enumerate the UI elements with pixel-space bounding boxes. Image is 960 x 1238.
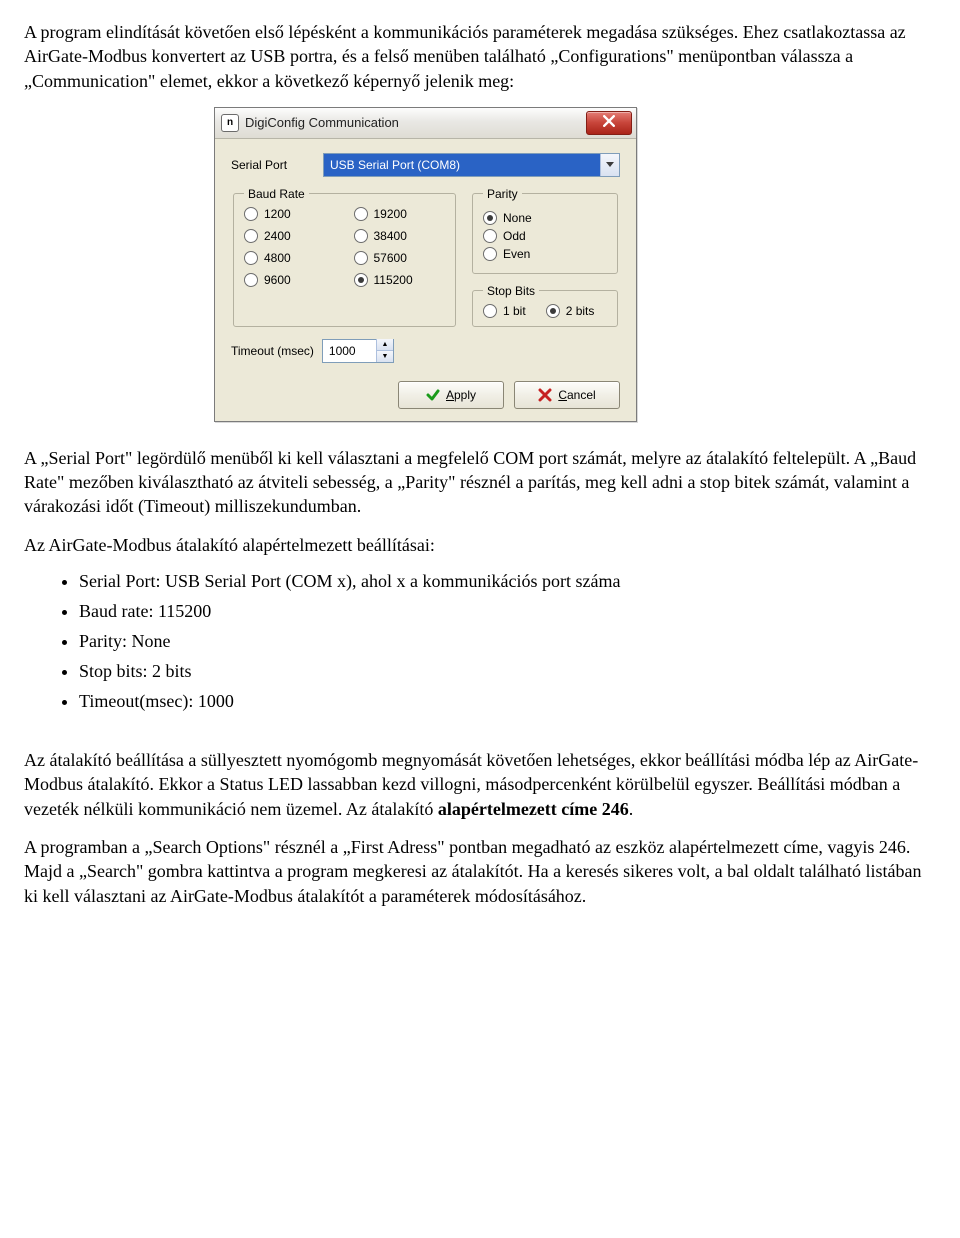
parity-group: Parity None Odd Even [472, 187, 618, 274]
dialog-screenshot: n DigiConfig Communication Serial Port U… [214, 107, 936, 422]
stop-bits-group: Stop Bits 1 bit 2 bits [472, 284, 618, 327]
radio-icon [546, 304, 560, 318]
radio-icon [483, 304, 497, 318]
timeout-row: Timeout (msec) 1000 ▲ ▼ [231, 339, 620, 363]
radio-icon [483, 247, 497, 261]
baud-option-1200[interactable]: 1200 [244, 207, 336, 221]
baud-label: 57600 [374, 251, 407, 265]
parity-option-odd[interactable]: Odd [483, 229, 607, 243]
list-item: Baud rate: 115200 [79, 601, 936, 622]
parity-label: Odd [503, 229, 526, 243]
app-icon: n [221, 114, 239, 132]
x-icon [538, 388, 552, 402]
baud-label: 115200 [374, 273, 413, 287]
radio-icon [354, 207, 368, 221]
baud-label: 19200 [374, 207, 407, 221]
spinner-buttons[interactable]: ▲ ▼ [376, 339, 393, 362]
apply-label: Apply [446, 388, 476, 402]
list-item: Serial Port: USB Serial Port (COM x), ah… [79, 571, 936, 592]
radio-icon [244, 229, 258, 243]
chevron-down-icon [600, 154, 619, 176]
dialog-window: n DigiConfig Communication Serial Port U… [214, 107, 637, 422]
baud-option-9600[interactable]: 9600 [244, 273, 336, 287]
parity-label: Even [503, 247, 530, 261]
check-icon [426, 388, 440, 402]
baud-option-2400[interactable]: 2400 [244, 229, 336, 243]
button-row: Apply Cancel [231, 381, 620, 409]
stop-bits-legend: Stop Bits [483, 284, 539, 298]
list-item: Parity: None [79, 631, 936, 652]
timeout-label: Timeout (msec) [231, 344, 314, 358]
baud-rate-group: Baud Rate 1200 19200 2400 38400 4800 576… [233, 187, 456, 327]
radio-icon [244, 207, 258, 221]
baud-option-19200[interactable]: 19200 [354, 207, 446, 221]
serial-port-row: Serial Port USB Serial Port (COM8) [231, 153, 620, 177]
baud-option-38400[interactable]: 38400 [354, 229, 446, 243]
baud-label: 4800 [264, 251, 291, 265]
paragraph-serial: A „Serial Port" legördülő menüből ki kel… [24, 446, 936, 519]
serial-port-value: USB Serial Port (COM8) [324, 154, 600, 176]
parity-label: None [503, 211, 532, 225]
radio-icon [354, 251, 368, 265]
paragraph-intro: A program elindítását követően első lépé… [24, 20, 936, 93]
baud-label: 2400 [264, 229, 291, 243]
baud-label: 38400 [374, 229, 407, 243]
apply-button[interactable]: Apply [398, 381, 504, 409]
list-item: Stop bits: 2 bits [79, 661, 936, 682]
radio-icon [244, 273, 258, 287]
paragraph-search: A programban a „Search Options" résznél … [24, 835, 936, 908]
radio-icon [483, 229, 497, 243]
radio-icon [354, 229, 368, 243]
baud-option-115200[interactable]: 115200 [354, 273, 446, 287]
baud-label: 9600 [264, 273, 291, 287]
radio-icon [354, 273, 368, 287]
serial-port-dropdown[interactable]: USB Serial Port (COM8) [323, 153, 620, 177]
defaults-list: Serial Port: USB Serial Port (COM x), ah… [24, 571, 936, 712]
stop-label: 1 bit [503, 304, 526, 318]
titlebar: n DigiConfig Communication [215, 108, 636, 139]
stop-option-1bit[interactable]: 1 bit [483, 304, 526, 318]
parity-option-even[interactable]: Even [483, 247, 607, 261]
spin-up-icon[interactable]: ▲ [377, 339, 393, 351]
serial-port-label: Serial Port [231, 158, 323, 172]
baud-option-4800[interactable]: 4800 [244, 251, 336, 265]
radio-icon [244, 251, 258, 265]
close-button[interactable] [586, 111, 632, 135]
list-item: Timeout(msec): 1000 [79, 691, 936, 712]
close-icon [603, 115, 615, 130]
bold-default-addr: alapértelmezett címe 246 [438, 799, 629, 819]
dialog-title: DigiConfig Communication [245, 115, 399, 130]
paragraph-setup: Az átalakító beállítása a süllyesztett n… [24, 748, 936, 821]
timeout-spinner[interactable]: 1000 ▲ ▼ [322, 339, 394, 363]
baud-rate-legend: Baud Rate [244, 187, 309, 201]
cancel-button[interactable]: Cancel [514, 381, 620, 409]
dialog-body: Serial Port USB Serial Port (COM8) Baud … [215, 139, 636, 421]
baud-option-57600[interactable]: 57600 [354, 251, 446, 265]
radio-icon [483, 211, 497, 225]
spin-down-icon[interactable]: ▼ [377, 351, 393, 362]
paragraph-defaults-intro: Az AirGate-Modbus átalakító alapértelmez… [24, 533, 936, 557]
stop-option-2bits[interactable]: 2 bits [546, 304, 595, 318]
timeout-value: 1000 [323, 344, 376, 358]
cancel-label: Cancel [558, 388, 595, 402]
stop-label: 2 bits [566, 304, 595, 318]
parity-option-none[interactable]: None [483, 211, 607, 225]
baud-label: 1200 [264, 207, 291, 221]
parity-legend: Parity [483, 187, 522, 201]
